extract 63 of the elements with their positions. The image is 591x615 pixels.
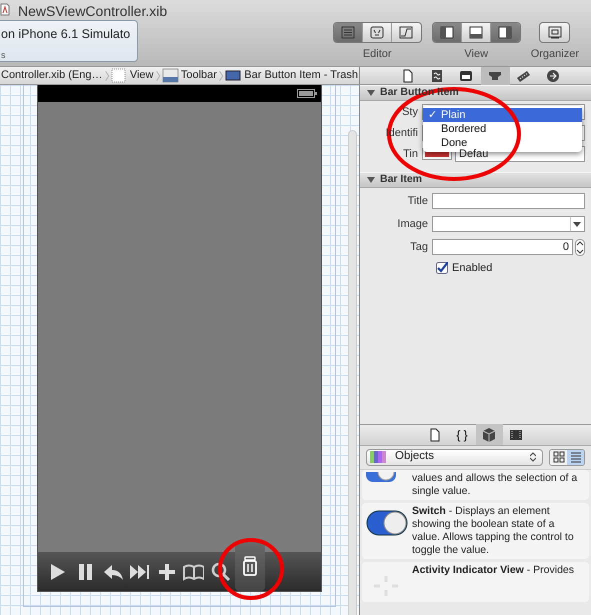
connections-icon	[545, 68, 561, 84]
library-item[interactable]: Activity Indicator View - Provides	[362, 562, 589, 602]
document-icon	[0, 3, 10, 16]
chevron-icon	[218, 68, 224, 82]
breadcrumb-item[interactable]: View	[130, 67, 154, 84]
menu-item[interactable]: ✓ Plain	[423, 108, 582, 122]
field-label: Image	[396, 216, 429, 232]
object-icon	[481, 426, 497, 442]
stepper[interactable]	[575, 238, 585, 256]
breadcrumb-item[interactable]: Bar Button Item - Trash	[244, 67, 358, 84]
utilities-view-button[interactable]	[490, 23, 520, 42]
navigator-view-button[interactable]	[432, 23, 462, 42]
toolbar-group-label: Organizer	[530, 48, 579, 61]
trash-bar-button[interactable]	[235, 540, 265, 590]
bar-item-icon	[225, 68, 242, 83]
standard-icon	[338, 25, 357, 40]
grid-view-button[interactable]	[550, 450, 567, 464]
library-item[interactable]: values and allows the selection of a single value.	[362, 470, 589, 500]
object-library-tab[interactable]	[476, 424, 502, 445]
standard-view-button[interactable]	[334, 23, 363, 42]
checkbox-label: Enabled	[452, 260, 492, 276]
navigator-icon	[438, 25, 456, 40]
attributes-inspector-tab[interactable]	[480, 66, 510, 84]
annotation-circle	[216, 536, 286, 602]
field-label: Sty	[402, 106, 418, 118]
section-header[interactable]: Bar Item	[360, 172, 591, 188]
debug-icon	[466, 25, 485, 40]
tag-field[interactable]: 0	[432, 239, 573, 255]
item-description: Switch - Displays an element showing the boolean state of a value. Allows tapping the control to toggle the value.	[412, 504, 575, 556]
breadcrumb-item[interactable]: Controller.xib (Eng…	[1, 67, 102, 84]
title-field[interactable]	[432, 193, 585, 209]
field-label: Tin	[403, 148, 418, 160]
field-label: Title	[406, 194, 429, 209]
chevron-icon	[154, 68, 161, 82]
breadcrumb-item[interactable]: Toolbar	[180, 67, 217, 84]
item-description: values and allows the selection of a single value.	[412, 472, 578, 498]
toolbar-group-label: Editor	[362, 48, 392, 61]
library-filter-popup[interactable]: Objects	[366, 448, 543, 466]
item-description: Activity Indicator View - Provides	[412, 564, 576, 578]
scheme-sublabel: s	[1, 50, 6, 60]
chevron-icon	[104, 68, 110, 82]
battery-icon	[297, 89, 317, 98]
scroll-bar[interactable]	[348, 130, 357, 615]
grid-icon	[552, 451, 564, 463]
menu-item[interactable]: Bordered	[423, 122, 582, 136]
disclosure-triangle-icon	[366, 88, 376, 98]
library-item[interactable]: Switch - Displays an element showing the boolean state of a value. Allows tapping the control to toggle the value.	[362, 502, 589, 558]
dropdown-arrow-icon[interactable]	[570, 217, 584, 231]
organizer-icon	[546, 25, 564, 40]
code-library-tab[interactable]: { }	[448, 424, 476, 445]
disclosure-triangle-icon	[366, 175, 376, 185]
list-view-button[interactable]	[567, 450, 584, 464]
enabled-checkbox[interactable]	[436, 262, 448, 274]
window-title: NewSViewController.xib	[18, 2, 168, 21]
list-icon	[570, 451, 582, 463]
field-label: Tag	[409, 240, 429, 255]
scheme-selector[interactable]: on iPhone 6.1 Simulato s	[0, 20, 138, 62]
toolbar-group-label: View	[464, 48, 488, 61]
section-title: Bar Item	[380, 172, 422, 188]
slider-icon	[366, 472, 396, 482]
scheme-label: on iPhone 6.1 Simulato	[1, 27, 130, 41]
utilities-icon	[496, 25, 514, 40]
stepper-arrows-icon	[530, 452, 536, 462]
